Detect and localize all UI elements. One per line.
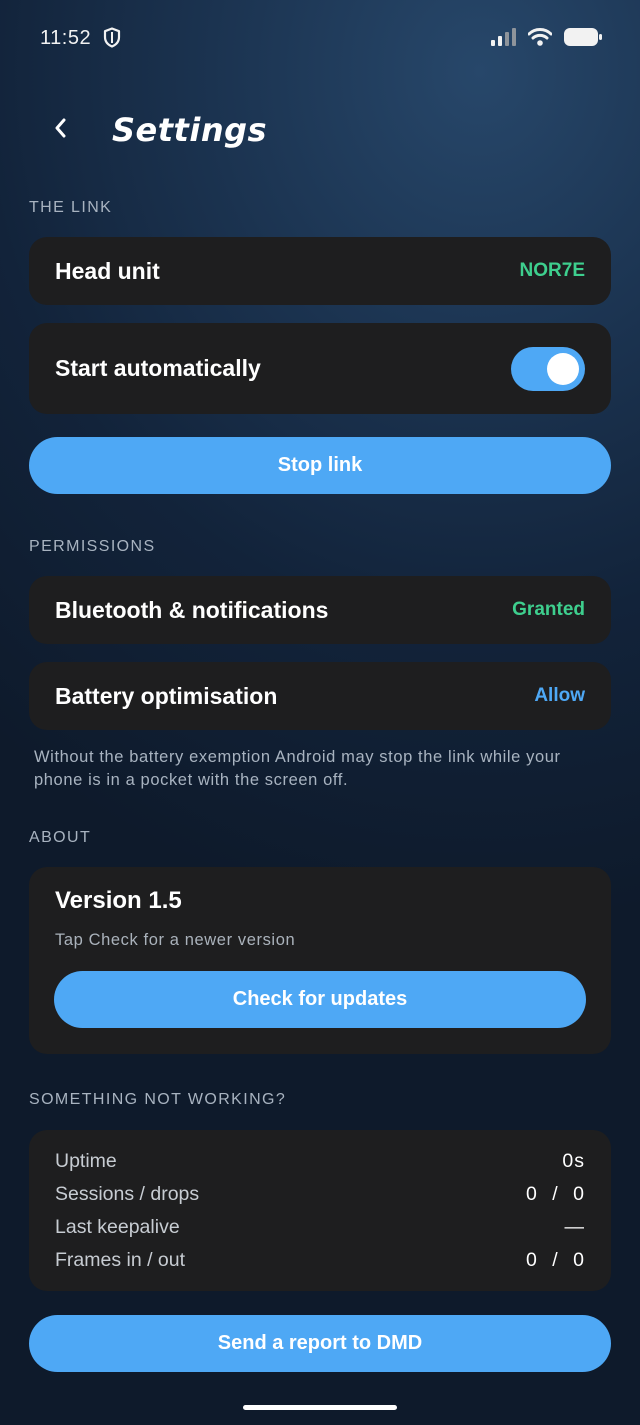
diag-row-last-keepalive: Last keepalive — bbox=[55, 1211, 585, 1244]
diag-value: 0s bbox=[562, 1150, 585, 1172]
diag-label: Frames in / out bbox=[55, 1249, 186, 1271]
shield-icon bbox=[103, 27, 121, 48]
battery-note: Without the battery exemption Android ma… bbox=[34, 748, 561, 789]
diag-row-uptime: Uptime 0s bbox=[55, 1145, 585, 1178]
section-label-the-link: THE LINK bbox=[29, 199, 113, 216]
toggle-knob bbox=[547, 352, 579, 385]
header: Settings bbox=[0, 100, 640, 160]
start-automatically-row: Start automatically bbox=[29, 323, 611, 414]
diag-row-frames: Frames in / out 0 / 0 bbox=[55, 1244, 585, 1277]
diag-value: 0 / 0 bbox=[526, 1183, 585, 1205]
stop-link-button[interactable]: Stop link bbox=[29, 437, 611, 494]
bluetooth-notifications-row[interactable]: Bluetooth & notifications Granted bbox=[29, 576, 611, 644]
bluetooth-status-value: Granted bbox=[512, 599, 585, 620]
page-title: Settings bbox=[112, 111, 268, 149]
about-card: Version 1.5 Tap Check for a newer versio… bbox=[29, 867, 611, 1054]
diag-label: Sessions / drops bbox=[55, 1183, 200, 1205]
battery-allow-link[interactable]: Allow bbox=[534, 685, 585, 707]
section-label-permissions: PERMISSIONS bbox=[29, 538, 156, 555]
head-unit-title: Head unit bbox=[55, 257, 160, 284]
head-unit-row[interactable]: Head unit NOR7E bbox=[29, 237, 611, 305]
battery-icon bbox=[564, 27, 602, 52]
version-subtitle: Tap Check for a newer version bbox=[55, 931, 296, 949]
signal-icon bbox=[490, 28, 516, 51]
wifi-icon bbox=[527, 27, 553, 52]
diag-row-sessions: Sessions / drops 0 / 0 bbox=[55, 1178, 585, 1211]
diagnostics-card: Uptime 0s Sessions / drops 0 / 0 Last ke… bbox=[29, 1130, 611, 1291]
status-bar: 11:52 bbox=[0, 0, 640, 76]
diag-value: — bbox=[564, 1216, 585, 1238]
battery-optimisation-title: Battery optimisation bbox=[55, 682, 278, 709]
bluetooth-notifications-title: Bluetooth & notifications bbox=[55, 596, 329, 623]
section-label-something-not-working: SOMETHING NOT WORKING? bbox=[29, 1091, 287, 1108]
chevron-left-icon bbox=[53, 117, 67, 144]
version-title: Version 1.5 bbox=[55, 887, 182, 914]
start-automatically-title: Start automatically bbox=[55, 355, 261, 381]
check-for-updates-button[interactable]: Check for updates bbox=[54, 971, 586, 1028]
section-label-about: ABOUT bbox=[29, 829, 92, 846]
diag-label: Last keepalive bbox=[55, 1216, 180, 1238]
battery-optimisation-row: Battery optimisation Allow bbox=[29, 662, 611, 730]
diag-label: Uptime bbox=[55, 1150, 117, 1172]
status-time: 11:52 bbox=[40, 27, 92, 49]
diag-value: 0 / 0 bbox=[526, 1249, 585, 1271]
head-unit-value: NOR7E bbox=[519, 260, 585, 281]
send-report-button[interactable]: Send a report to DMD bbox=[29, 1315, 611, 1372]
home-indicator[interactable] bbox=[243, 1405, 397, 1410]
start-automatically-toggle[interactable] bbox=[511, 346, 585, 391]
back-button[interactable] bbox=[44, 110, 76, 150]
